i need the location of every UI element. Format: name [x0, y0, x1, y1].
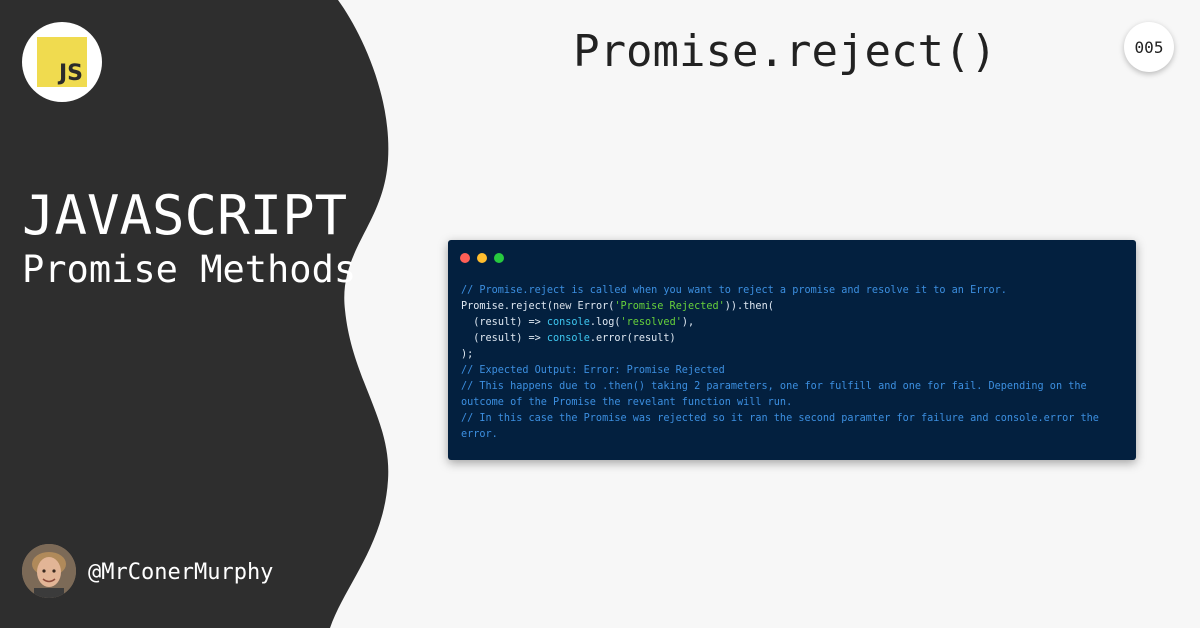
code-comment: // Expected Output: Error: Promise Rejec… — [461, 365, 725, 376]
code-text: ), — [681, 317, 695, 328]
author-avatar — [22, 544, 76, 598]
code-identifier: console — [546, 333, 590, 344]
window-close-dot-icon — [460, 253, 470, 263]
avatar-portrait-icon — [22, 544, 76, 598]
code-text: .log( — [589, 317, 621, 328]
code-text: (result) => — [461, 317, 547, 328]
code-comment: // In this case the Promise was rejected… — [461, 413, 1106, 440]
code-text: (result) => — [461, 333, 547, 344]
post-number-badge: 005 — [1124, 22, 1174, 72]
page-title: Promise.reject() — [573, 26, 997, 77]
code-string: 'Promise Rejected' — [614, 301, 725, 312]
js-logo-text: JS — [58, 61, 83, 86]
code-keyword: new — [553, 301, 572, 312]
code-identifier: console — [546, 317, 590, 328]
code-text: .error(result) — [589, 333, 676, 344]
code-window: // Promise.reject is called when you wan… — [448, 240, 1136, 460]
code-block: // Promise.reject is called when you wan… — [461, 283, 1124, 443]
code-text: Promise.reject( — [461, 301, 554, 312]
js-logo-badge: JS — [22, 22, 102, 102]
code-string: 'resolved' — [620, 317, 682, 328]
series-subtitle: Promise Methods — [22, 248, 357, 291]
series-title: JAVASCRIPT — [22, 184, 348, 247]
code-text: Error( — [571, 301, 615, 312]
js-logo-icon: JS — [37, 37, 87, 87]
code-text: )).then( — [724, 301, 774, 312]
window-maximize-dot-icon — [494, 253, 504, 263]
code-comment: // Promise.reject is called when you wan… — [461, 285, 1007, 296]
window-minimize-dot-icon — [477, 253, 487, 263]
code-comment: // This happens due to .then() taking 2 … — [461, 381, 1093, 408]
author-handle: @MrConerMurphy — [88, 560, 274, 585]
code-text: ); — [461, 349, 474, 360]
